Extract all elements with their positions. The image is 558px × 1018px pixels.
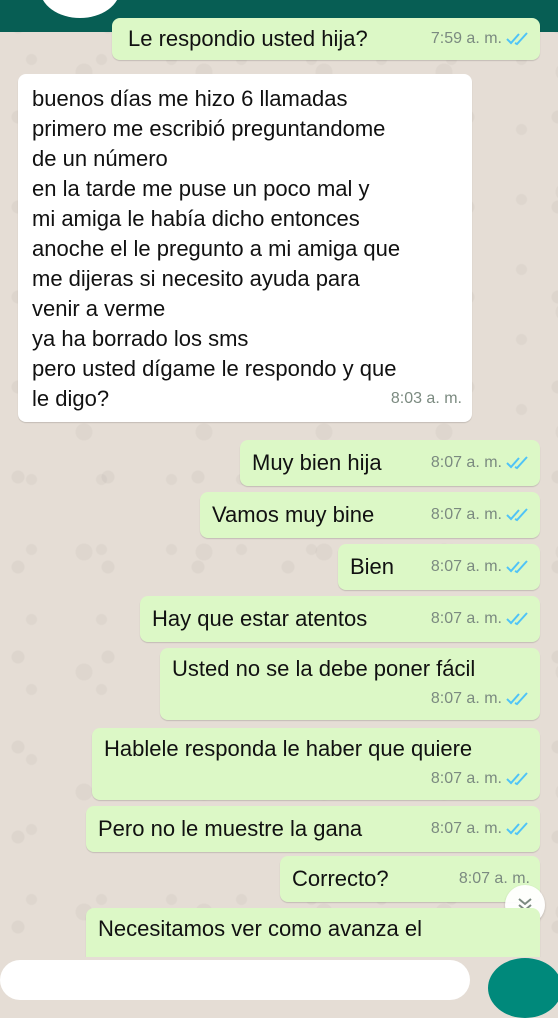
message-meta: 7:59 a. m. bbox=[431, 24, 530, 54]
message-time: 8:03 a. m. bbox=[390, 390, 462, 407]
message-time: 8:07 a. m. bbox=[430, 820, 502, 837]
message-meta: 8:07 a. m. bbox=[431, 448, 530, 478]
message-meta: 8:07 a. m. bbox=[431, 814, 530, 844]
message-meta: 8:07 a. m. bbox=[431, 500, 530, 530]
message-time: 8:07 a. m. bbox=[430, 454, 502, 471]
message-bubble-outgoing[interactable]: Hay que estar atentos 8:07 a. m. bbox=[140, 596, 540, 642]
message-time: 8:07 a. m. bbox=[430, 690, 502, 707]
message-text: Usted no se la debe poner fácil bbox=[172, 656, 476, 681]
message-bubble-outgoing[interactable]: Correcto? 8:07 a. m. bbox=[280, 856, 540, 902]
message-time: 8:07 a. m. bbox=[430, 770, 502, 787]
double-check-icon bbox=[506, 560, 528, 574]
message-bubble-incoming[interactable]: buenos días me hizo 6 llamadas primero m… bbox=[18, 74, 472, 422]
double-check-icon bbox=[506, 772, 528, 786]
double-check-icon bbox=[506, 508, 528, 522]
message-bubble-outgoing[interactable]: Vamos muy bine 8:07 a. m. bbox=[200, 492, 540, 538]
message-time: 8:07 a. m. bbox=[430, 610, 502, 627]
double-check-icon bbox=[506, 456, 528, 470]
message-bubble-outgoing[interactable]: Hablele responda le haber que quiere 8:0… bbox=[92, 728, 540, 800]
message-time: 7:59 a. m. bbox=[430, 30, 502, 47]
send-button[interactable] bbox=[488, 958, 558, 1018]
message-meta: 8:07 a. m. bbox=[431, 604, 530, 634]
message-text: Muy bien hija bbox=[252, 450, 382, 475]
double-check-icon bbox=[506, 612, 528, 626]
message-bubble-outgoing[interactable]: Muy bien hija 8:07 a. m. bbox=[240, 440, 540, 486]
message-text: Necesitamos ver como avanza el bbox=[98, 916, 423, 941]
message-bubble-outgoing[interactable]: Usted no se la debe poner fácil 8:07 a. … bbox=[160, 648, 540, 720]
message-text: Le respondio usted hija? bbox=[128, 26, 368, 51]
message-text: Vamos muy bine bbox=[212, 502, 375, 527]
message-bubble-outgoing[interactable]: Bien 8:07 a. m. bbox=[338, 544, 540, 590]
message-time: 8:07 a. m. bbox=[430, 558, 502, 575]
message-text: Pero no le muestre la gana bbox=[98, 816, 363, 841]
double-check-icon bbox=[506, 32, 528, 46]
message-time: 8:07 a. m. bbox=[430, 506, 502, 523]
message-meta: 8:07 a. m. bbox=[431, 764, 530, 794]
double-check-icon bbox=[506, 692, 528, 706]
message-meta: 8:07 a. m. bbox=[431, 552, 530, 582]
message-meta: 8:07 a. m. bbox=[431, 684, 530, 714]
double-check-icon bbox=[506, 822, 528, 836]
message-bubble-outgoing[interactable]: Pero no le muestre la gana 8:07 a. m. bbox=[86, 806, 540, 852]
message-text: Correcto? bbox=[292, 866, 389, 891]
message-text: buenos días me hizo 6 llamadas primero m… bbox=[32, 86, 401, 411]
message-text: Hablele responda le haber que quiere bbox=[104, 736, 473, 761]
message-text: Hay que estar atentos bbox=[152, 606, 368, 631]
message-text: Bien bbox=[350, 554, 395, 579]
message-bubble-outgoing[interactable]: Le respondio usted hija? 7:59 a. m. bbox=[112, 18, 540, 60]
avatar[interactable] bbox=[40, 0, 120, 18]
message-input[interactable] bbox=[0, 960, 470, 1000]
